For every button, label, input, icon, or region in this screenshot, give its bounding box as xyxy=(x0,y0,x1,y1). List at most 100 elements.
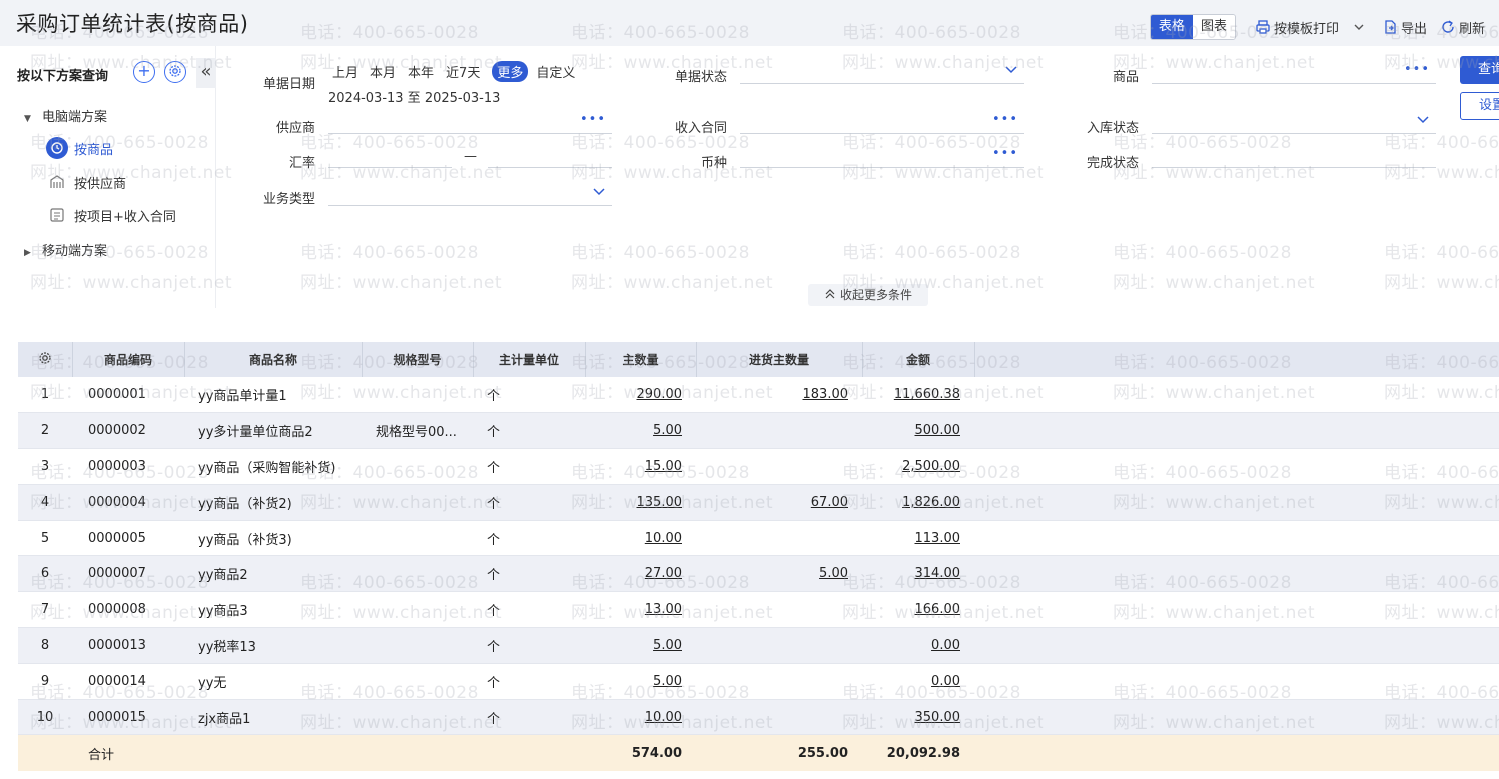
cell-amount[interactable]: 350.00 xyxy=(862,699,974,736)
cell-link[interactable]: 166.00 xyxy=(915,602,961,617)
date-option-this-year[interactable]: 本年 xyxy=(408,62,434,81)
table-row[interactable]: 8 0000013 yy税率13 个 5.00 0.00 xyxy=(18,627,1499,664)
cell-amount[interactable]: 166.00 xyxy=(862,591,974,629)
scheme-item-by-product[interactable]: 按商品 xyxy=(46,136,113,160)
supplier-field[interactable]: ••• xyxy=(328,108,612,134)
cell-link[interactable]: 135.00 xyxy=(637,495,683,510)
cell-link[interactable]: 290.00 xyxy=(637,387,683,402)
cell-in-qty[interactable] xyxy=(696,412,862,450)
finish-status-field[interactable] xyxy=(1152,142,1436,168)
cell-link[interactable]: 314.00 xyxy=(915,566,961,581)
table-row[interactable]: 2 0000002 yy多计量单位商品2 规格型号00... 个 5.00 500.00 xyxy=(18,412,1499,450)
cell-amount[interactable]: 113.00 xyxy=(862,520,974,557)
more-dots-icon[interactable]: ••• xyxy=(1404,62,1430,77)
doc-status-select[interactable] xyxy=(740,58,1024,84)
column-settings-button[interactable] xyxy=(18,342,73,377)
cell-qty[interactable]: 5.00 xyxy=(585,412,696,450)
cell-in-qty[interactable] xyxy=(696,591,862,629)
cell-qty[interactable]: 290.00 xyxy=(585,377,696,414)
cell-link[interactable]: 67.00 xyxy=(811,495,848,510)
biz-type-select[interactable] xyxy=(328,180,612,206)
cell-link[interactable]: 0.00 xyxy=(931,638,960,653)
table-row[interactable]: 1 0000001 yy商品单计量1 个 290.00 183.00 11,660.38 xyxy=(18,377,1499,414)
cell-qty[interactable]: 27.00 xyxy=(585,555,696,593)
more-dots-icon[interactable]: ••• xyxy=(992,146,1018,161)
cell-qty[interactable]: 15.00 xyxy=(585,448,696,485)
query-button[interactable]: 查询 xyxy=(1460,56,1499,84)
cell-amount[interactable]: 11,660.38 xyxy=(862,377,974,414)
cell-link[interactable]: 10.00 xyxy=(645,531,682,546)
product-field[interactable]: ••• xyxy=(1152,58,1436,84)
cell-in-qty[interactable] xyxy=(696,627,862,664)
col-header-name[interactable]: 商品名称 xyxy=(184,342,363,377)
col-header-unit[interactable]: 主计量单位 xyxy=(473,342,586,377)
table-row[interactable]: 6 0000007 yy商品2 个 27.00 5.00 314.00 xyxy=(18,555,1499,593)
cell-amount[interactable]: 314.00 xyxy=(862,555,974,593)
cell-amount[interactable]: 0.00 xyxy=(862,627,974,664)
col-header-spec[interactable]: 规格型号 xyxy=(362,342,474,377)
cell-link[interactable]: 350.00 xyxy=(915,710,961,725)
table-row[interactable]: 7 0000008 yy商品3 个 13.00 166.00 xyxy=(18,591,1499,629)
cell-link[interactable]: 5.00 xyxy=(653,674,682,689)
table-row[interactable]: 3 0000003 yy商品（采购智能补货) 个 15.00 2,500.00 xyxy=(18,448,1499,485)
view-chart-button[interactable]: 图表 xyxy=(1192,15,1235,39)
income-contract-field[interactable]: ••• xyxy=(740,108,1024,134)
cell-in-qty[interactable] xyxy=(696,663,862,700)
date-option-this-month[interactable]: 本月 xyxy=(370,62,396,81)
exchange-rate-to-field[interactable] xyxy=(488,142,612,168)
cell-qty[interactable]: 135.00 xyxy=(585,484,696,521)
cell-link[interactable]: 15.00 xyxy=(645,459,682,474)
date-option-last-7-days[interactable]: 近7天 xyxy=(446,62,480,81)
cell-in-qty[interactable]: 183.00 xyxy=(696,377,862,414)
more-dots-icon[interactable]: ••• xyxy=(580,112,606,127)
date-option-more[interactable]: 更多 xyxy=(492,61,529,82)
currency-field[interactable]: ••• xyxy=(740,142,1024,168)
cell-qty[interactable]: 5.00 xyxy=(585,627,696,664)
cell-link[interactable]: 1,826.00 xyxy=(902,495,960,510)
print-dropdown-button[interactable] xyxy=(1353,21,1369,33)
cell-amount[interactable]: 500.00 xyxy=(862,412,974,450)
cell-amount[interactable]: 1,826.00 xyxy=(862,484,974,521)
cell-link[interactable]: 183.00 xyxy=(803,387,849,402)
cell-in-qty[interactable]: 5.00 xyxy=(696,555,862,593)
desktop-scheme-group[interactable]: ▼ 电脑端方案 xyxy=(24,106,107,125)
cell-link[interactable]: 13.00 xyxy=(645,602,682,617)
refresh-button[interactable]: 刷新 xyxy=(1441,18,1485,37)
table-row[interactable]: 9 0000014 yy无 个 5.00 0.00 xyxy=(18,663,1499,700)
col-header-code[interactable]: 商品编码 xyxy=(72,342,185,377)
cell-in-qty[interactable] xyxy=(696,699,862,736)
exchange-rate-from-field[interactable] xyxy=(328,142,452,168)
table-row[interactable]: 5 0000005 yy商品（补货3) 个 10.00 113.00 xyxy=(18,520,1499,557)
scheme-item-by-supplier[interactable]: 按供应商 xyxy=(46,170,126,194)
date-range-value[interactable]: 2024-03-13 至 2025-03-13 xyxy=(328,87,500,106)
export-button[interactable]: 导出 xyxy=(1383,18,1427,37)
cell-in-qty[interactable]: 67.00 xyxy=(696,484,862,521)
more-dots-icon[interactable]: ••• xyxy=(992,112,1018,127)
col-header-amount[interactable]: 金额 xyxy=(862,342,975,377)
cell-link[interactable]: 500.00 xyxy=(915,423,961,438)
cell-link[interactable]: 0.00 xyxy=(931,674,960,689)
scheme-settings-button[interactable] xyxy=(164,61,186,83)
cell-amount[interactable]: 0.00 xyxy=(862,663,974,700)
cell-qty[interactable]: 10.00 xyxy=(585,520,696,557)
table-row[interactable]: 4 0000004 yy商品（补货2) 个 135.00 67.00 1,826.00 xyxy=(18,484,1499,521)
view-table-button[interactable]: 表格 xyxy=(1150,15,1193,39)
cell-link[interactable]: 5.00 xyxy=(653,423,682,438)
scheme-item-by-project-contract[interactable]: 按项目+收入合同 xyxy=(46,203,176,227)
date-option-custom[interactable]: 自定义 xyxy=(536,62,575,81)
cell-link[interactable]: 5.00 xyxy=(819,566,848,581)
cell-qty[interactable]: 10.00 xyxy=(585,699,696,736)
cell-in-qty[interactable] xyxy=(696,448,862,485)
col-header-qty[interactable]: 主数量 xyxy=(585,342,697,377)
print-button[interactable]: 按模板打印 xyxy=(1256,18,1339,37)
inbound-status-select[interactable] xyxy=(1152,108,1436,134)
cell-link[interactable]: 10.00 xyxy=(645,710,682,725)
cell-qty[interactable]: 13.00 xyxy=(585,591,696,629)
cell-amount[interactable]: 2,500.00 xyxy=(862,448,974,485)
cell-link[interactable]: 113.00 xyxy=(915,531,961,546)
cell-in-qty[interactable] xyxy=(696,520,862,557)
collapse-more-conditions-button[interactable]: 收起更多条件 xyxy=(808,284,929,306)
cell-link[interactable]: 2,500.00 xyxy=(902,459,960,474)
cell-qty[interactable]: 5.00 xyxy=(585,663,696,700)
settings-button[interactable]: 设置 xyxy=(1460,92,1499,120)
